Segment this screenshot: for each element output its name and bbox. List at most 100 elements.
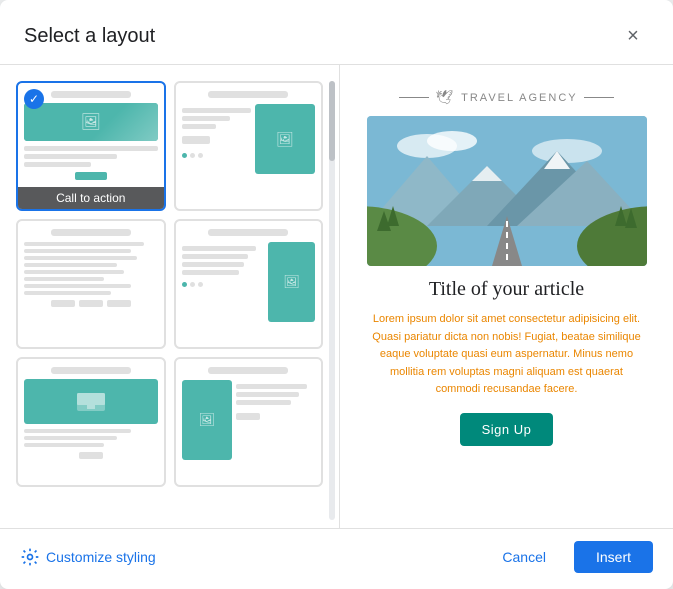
monitor-icon: [77, 393, 105, 411]
mini-line: [182, 246, 257, 251]
mini-wide-hero: [24, 379, 158, 424]
mini-hero-image: 🖼: [24, 103, 158, 141]
mini-btn: [79, 300, 103, 307]
l3-line: [24, 249, 131, 253]
mini-body-right: [236, 380, 315, 460]
dot: [198, 282, 203, 287]
preview-hero-image: [367, 116, 647, 266]
l3-line: [24, 291, 111, 295]
mini-line: [182, 270, 240, 275]
mini-sidebar-layout-6: 🖼: [182, 380, 316, 460]
mini-btn: [51, 300, 75, 307]
l3-line: [24, 277, 104, 281]
image-icon: 🖼: [81, 112, 101, 132]
brand-name: TRAVEL AGENCY: [461, 92, 577, 104]
layout-item-call-to-action[interactable]: ✓ 🖼 Call to action: [16, 81, 166, 211]
mini-text-block: [24, 429, 158, 447]
customize-styling-button[interactable]: Customize styling: [20, 547, 156, 567]
scrollbar-track[interactable]: [329, 81, 335, 520]
mini-line: [182, 254, 248, 259]
l3-line: [24, 443, 104, 447]
mini-header-bar: [51, 367, 131, 374]
dot: [190, 153, 195, 158]
dot: [198, 153, 203, 158]
l3-line: [24, 256, 137, 260]
mini-dots: [182, 282, 265, 287]
select-layout-dialog: Select a layout × ✓ 🖼: [0, 0, 673, 589]
dialog-title: Select a layout: [24, 25, 155, 48]
l3-line: [24, 270, 124, 274]
mini-teal-col: 🖼: [255, 104, 315, 174]
mini-line: [182, 116, 231, 121]
mini-two-col: 🖼: [182, 104, 316, 174]
mini-hero-block: 🖼: [24, 103, 158, 141]
customize-label: Customize styling: [46, 549, 156, 565]
mini-header-bar: [51, 91, 131, 98]
dialog-body: ✓ 🖼 Call to action: [0, 65, 673, 528]
mini-line-3: [24, 162, 91, 167]
mini-text-block: [24, 242, 158, 295]
insert-button[interactable]: Insert: [574, 541, 653, 573]
mini-col-content: [182, 104, 251, 174]
mini-line-2: [24, 154, 117, 159]
layout-item-label: Call to action: [18, 187, 164, 209]
mini-header-bar: [208, 91, 288, 98]
close-button[interactable]: ×: [617, 20, 649, 52]
brand-line-right: [584, 97, 614, 98]
layout-item-6[interactable]: 🖼: [174, 357, 324, 487]
mini-line: [182, 108, 251, 113]
brand-bird-icon: 🕊: [435, 89, 455, 106]
mini-text-lines: [24, 146, 158, 167]
brand-line-left: [399, 97, 429, 98]
mini-line: [182, 124, 217, 129]
mini-sidebar-layout: 🖼: [182, 242, 316, 322]
dot: [182, 282, 187, 287]
mini-btn-placeholder: [182, 136, 210, 144]
mini-header-bar: [51, 229, 131, 236]
mini-teal-sidebar: 🖼: [268, 242, 315, 322]
preview-body-text: Lorem ipsum dolor sit amet consectetur a…: [367, 311, 647, 399]
mini-sidebar-body: [182, 242, 265, 322]
dialog-header: Select a layout ×: [0, 0, 673, 65]
dialog-footer: Customize styling Cancel Insert: [0, 528, 673, 589]
preview-brand: 🕊 TRAVEL AGENCY: [367, 89, 647, 106]
dot: [182, 153, 187, 158]
layout-item-4[interactable]: 🖼: [174, 219, 324, 349]
preview-article-title: Title of your article: [367, 278, 647, 301]
mini-cta-button: [75, 172, 107, 180]
hero-svg: [367, 116, 647, 266]
layout-item-3[interactable]: [16, 219, 166, 349]
customize-icon: [20, 547, 40, 567]
layout-item-2[interactable]: 🖼: [174, 81, 324, 211]
l3-line: [24, 436, 117, 440]
mini-buttons: [24, 300, 158, 307]
preview-panel: 🕊 TRAVEL AGENCY: [340, 65, 673, 528]
mini-line: [236, 392, 299, 397]
l3-line: [24, 429, 131, 433]
mini-header-bar: [208, 229, 288, 236]
mini-line: [236, 400, 291, 405]
layout-grid: ✓ 🖼 Call to action: [16, 81, 331, 487]
cancel-button[interactable]: Cancel: [486, 541, 562, 573]
preview-cta-button[interactable]: Sign Up: [460, 413, 554, 446]
dot: [190, 282, 195, 287]
footer-actions: Cancel Insert: [486, 541, 653, 573]
mini-btn: [107, 300, 131, 307]
mini-line: [236, 384, 307, 389]
mini-teal-left: 🖼: [182, 380, 233, 460]
selected-check: ✓: [24, 89, 44, 109]
mini-header-bar: [208, 367, 288, 374]
mini-buttons: [24, 452, 158, 459]
preview-card: 🕊 TRAVEL AGENCY: [367, 89, 647, 446]
mini-btn: [79, 452, 103, 459]
l3-line: [24, 263, 117, 267]
layout-panel: ✓ 🖼 Call to action: [0, 65, 340, 528]
scrollbar-thumb[interactable]: [329, 81, 335, 161]
mini-line-1: [24, 146, 158, 151]
mini-line: [182, 262, 244, 267]
l3-line: [24, 242, 144, 246]
l3-line: [24, 284, 131, 288]
layout-item-5[interactable]: [16, 357, 166, 487]
mini-dots: [182, 153, 251, 158]
mini-btn-sm: [236, 413, 260, 420]
